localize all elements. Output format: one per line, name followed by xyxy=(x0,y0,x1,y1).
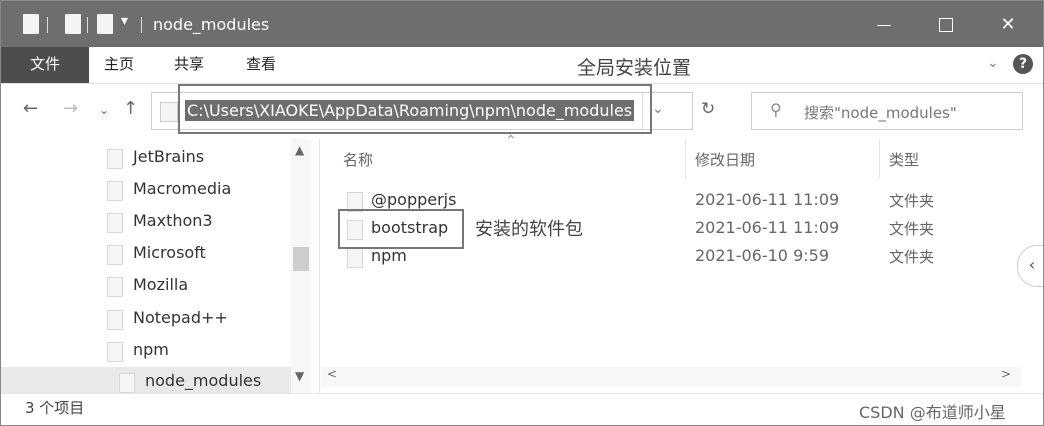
back-icon[interactable]: ← xyxy=(23,98,38,119)
nav-item-label: Microsoft xyxy=(133,243,206,262)
refresh-icon[interactable]: ↻ xyxy=(701,99,715,119)
nav-item-label: Notepad++ xyxy=(133,308,228,327)
close-icon: ✕ xyxy=(1000,14,1016,35)
file-list: ⌃ 名称 修改日期 类型 @popperjs 2021-06-11 11:09 … xyxy=(321,133,1041,393)
explorer-window: ▾ node_modules ✕ 文件 主页 共享 查看 全局安装位置 ⌄ ? … xyxy=(0,0,1044,426)
status-bar: 3 个项目 CSDN @布道师小星 xyxy=(1,393,1043,425)
installed-packages-annotation: 安装的软件包 xyxy=(475,219,583,240)
toolbar-separator xyxy=(87,17,88,33)
scroll-thumb[interactable] xyxy=(293,247,309,271)
up-icon[interactable]: ↑ xyxy=(123,98,138,119)
item-count: 3 个项目 xyxy=(25,399,85,417)
column-divider[interactable] xyxy=(879,139,880,179)
file-name: @popperjs xyxy=(371,190,457,209)
help-icon[interactable]: ? xyxy=(1013,54,1033,74)
watermark: CSDN @布道师小星 xyxy=(859,403,1006,422)
folder-icon xyxy=(160,102,178,122)
maximize-button[interactable] xyxy=(931,11,961,39)
search-icon: ⚲ xyxy=(770,100,782,119)
tab-view[interactable]: 查看 xyxy=(243,47,279,83)
tab-file[interactable]: 文件 xyxy=(1,47,89,83)
ribbon-tabs: 文件 主页 共享 查看 全局安装位置 ⌄ ? xyxy=(1,47,1043,84)
column-divider[interactable] xyxy=(685,139,686,179)
nav-item-label: node_modules xyxy=(145,371,262,390)
checkmark-icon[interactable] xyxy=(65,14,81,34)
nav-item-label: Mozilla xyxy=(133,275,189,294)
sort-ascending-icon: ⌃ xyxy=(505,133,517,149)
search-input[interactable]: ⚲ 搜索"node_modules" xyxy=(751,92,1023,130)
nav-item-label: Maxthon3 xyxy=(133,211,213,230)
quick-access-dropdown-icon[interactable]: ▾ xyxy=(121,13,128,35)
nav-item-label: npm xyxy=(133,340,169,359)
window-title: node_modules xyxy=(153,15,270,34)
file-list-hscrollbar[interactable]: < > xyxy=(321,367,1021,387)
column-header-modified[interactable]: 修改日期 xyxy=(695,149,755,170)
address-annotation-box xyxy=(178,84,652,134)
column-header-name[interactable]: 名称 xyxy=(343,149,373,170)
column-header-type[interactable]: 类型 xyxy=(889,149,919,170)
scroll-down-icon[interactable]: ▼ xyxy=(295,369,304,383)
folder-icon xyxy=(107,342,123,362)
search-placeholder: 搜索"node_modules" xyxy=(804,104,957,122)
scroll-right-icon[interactable]: > xyxy=(1001,367,1011,381)
close-button[interactable]: ✕ xyxy=(993,11,1023,39)
folder-icon xyxy=(107,213,123,233)
maximize-icon xyxy=(939,18,953,32)
folder-icon xyxy=(107,277,123,297)
tab-share[interactable]: 共享 xyxy=(171,47,207,83)
minimize-icon xyxy=(877,24,891,26)
toolbar-separator xyxy=(141,17,142,33)
folder-icon xyxy=(107,181,123,201)
bootstrap-annotation-box xyxy=(338,209,464,249)
file-date: 2021-06-10 9:59 xyxy=(695,246,829,265)
file-type: 文件夹 xyxy=(889,192,935,210)
nav-item-label: Macromedia xyxy=(133,179,232,198)
folder-icon xyxy=(107,310,123,330)
ribbon-expand-icon[interactable]: ⌄ xyxy=(987,55,999,71)
file-date: 2021-06-11 11:09 xyxy=(695,218,840,237)
navigation-pane: JetBrains Macromedia Maxthon3 Microsoft … xyxy=(1,139,320,393)
tab-home[interactable]: 主页 xyxy=(101,47,137,83)
folder-icon xyxy=(119,373,135,393)
forward-icon[interactable]: → xyxy=(63,98,78,119)
minimize-button[interactable] xyxy=(869,11,899,39)
nav-scrollbar[interactable]: ▲ ▼ xyxy=(291,139,311,393)
file-date: 2021-06-11 11:09 xyxy=(695,190,840,209)
toolbar-separator xyxy=(47,17,48,33)
title-bar: ▾ node_modules ✕ xyxy=(1,1,1043,47)
new-folder-icon[interactable] xyxy=(97,14,113,34)
install-location-annotation: 全局安装位置 xyxy=(577,57,692,79)
nav-item-label: JetBrains xyxy=(133,147,205,166)
folder-icon xyxy=(347,248,363,268)
recent-locations-icon[interactable]: ⌄ xyxy=(99,103,109,117)
file-type: 文件夹 xyxy=(889,220,935,238)
folder-icon xyxy=(107,149,123,169)
file-type: 文件夹 xyxy=(889,248,935,266)
scroll-up-icon[interactable]: ▲ xyxy=(295,143,304,157)
folder-icon xyxy=(107,245,123,265)
scroll-left-icon[interactable]: < xyxy=(327,367,337,381)
address-dropdown-icon[interactable]: ⌄ xyxy=(652,101,664,117)
properties-icon[interactable] xyxy=(23,14,39,34)
